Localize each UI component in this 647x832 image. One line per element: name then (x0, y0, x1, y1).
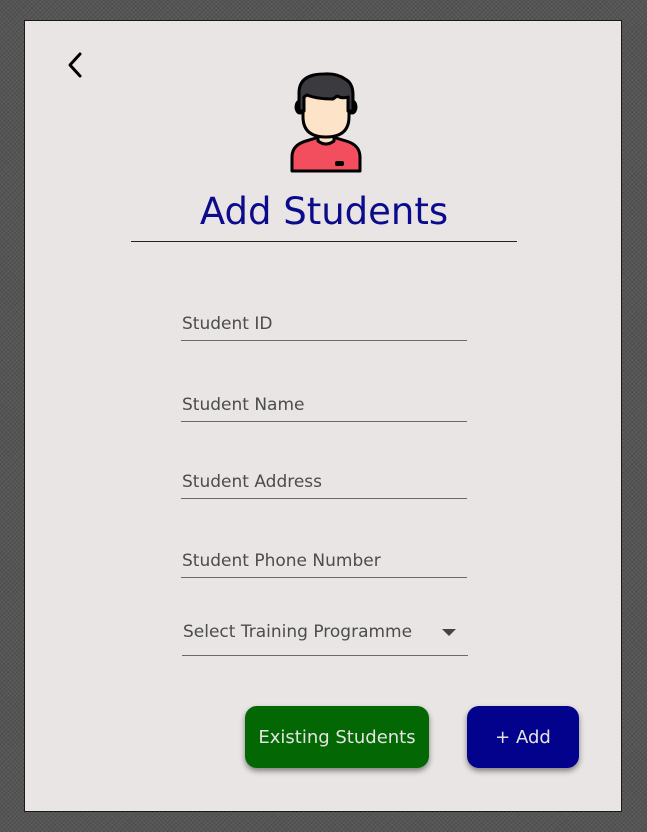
training-programme-select[interactable]: Select Training Programme (182, 613, 468, 656)
student-name-field[interactable] (181, 378, 467, 422)
title-underline (131, 241, 517, 242)
caret-down-icon (442, 629, 456, 636)
add-button[interactable]: + Add (467, 706, 579, 768)
add-students-panel: Add Students Select Training Programme E… (24, 20, 622, 812)
student-address-field[interactable] (181, 455, 467, 499)
student-id-field[interactable] (181, 297, 467, 341)
training-programme-select-label: Select Training Programme (183, 622, 413, 642)
student-avatar-icon (287, 69, 365, 173)
chevron-left-icon[interactable] (63, 51, 87, 79)
student-phone-field[interactable] (181, 534, 467, 578)
existing-students-button[interactable]: Existing Students (245, 706, 429, 768)
page-title: Add Students (199, 190, 449, 233)
